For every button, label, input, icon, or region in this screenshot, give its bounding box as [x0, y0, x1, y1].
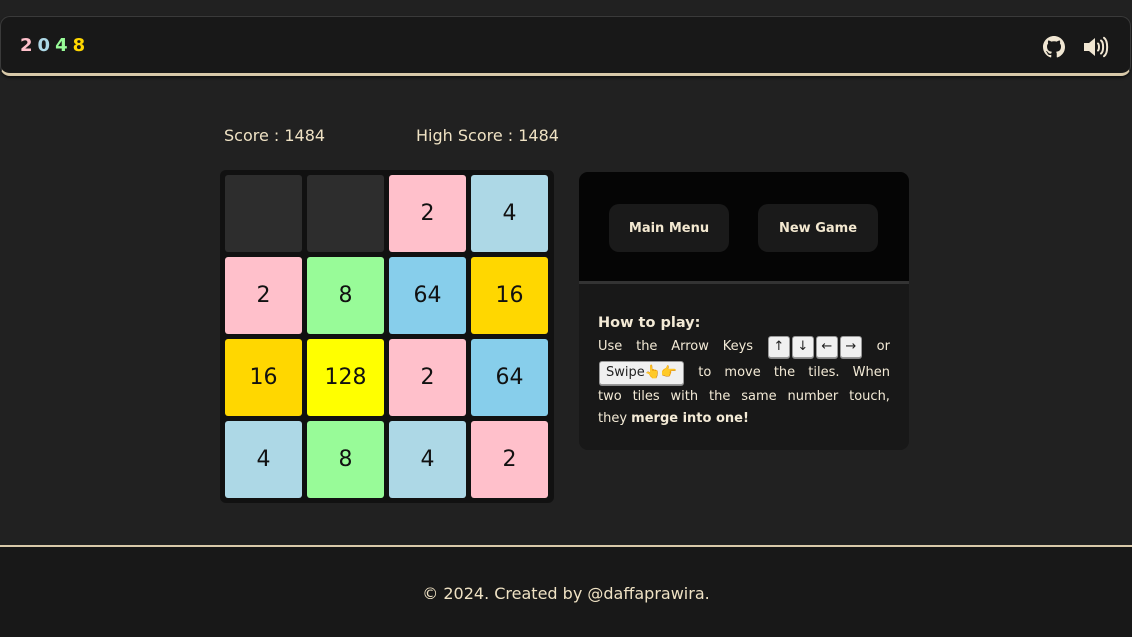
arrow-up-key: ↑ [767, 335, 790, 358]
new-game-button[interactable]: New Game [758, 204, 878, 252]
howto-word: Arrow [671, 339, 709, 354]
tile-128: 128 [307, 339, 384, 416]
app-logo[interactable]: 2048 [20, 35, 85, 56]
header-bar: 2048 [0, 16, 1131, 76]
logo-char: 0 [37, 35, 51, 56]
game-page: 2048 Score : 1484 High Score : 1484 2428… [0, 0, 1132, 637]
game-board[interactable]: 2 4 2 8 64 16 16 128 2 64 4 8 4 2 [220, 170, 554, 503]
tile-2: 2 [471, 421, 548, 498]
tile-8: 8 [307, 257, 384, 334]
howto-word: number [787, 389, 839, 404]
tile-4: 4 [389, 421, 466, 498]
howto-word: When [852, 365, 890, 380]
footer: © 2024. Created by @daffaprawira. [0, 545, 1132, 637]
howto-word: or [876, 339, 890, 354]
howto-word: tiles [632, 389, 660, 404]
tile-2: 2 [225, 257, 302, 334]
tile-64: 64 [389, 257, 466, 334]
score-display: Score : 1484 [224, 126, 326, 145]
arrow-left-key: ← [815, 335, 838, 358]
how-to-play-title: How to play: [598, 315, 701, 331]
howto-line-4: they merge into one! [598, 408, 890, 430]
main-menu-button[interactable]: Main Menu [609, 204, 729, 252]
howto-line-2: Swipe👆👉 to move the tiles. When [598, 360, 890, 386]
howto-word: move [724, 365, 761, 380]
logo-char: 4 [55, 35, 68, 56]
howto-word: touch, [849, 389, 890, 404]
tile-16: 16 [471, 257, 548, 334]
howto-word: two [598, 389, 622, 404]
howto-word: to [698, 365, 712, 380]
howto-line-1: Use the Arrow Keys ↑ ↓ ← → or [598, 334, 890, 360]
github-icon[interactable] [1042, 35, 1066, 59]
how-to-play: How to play: Use the Arrow Keys ↑ ↓ ← → or … [598, 312, 890, 430]
howto-word: they [598, 411, 628, 426]
tile-4: 4 [471, 175, 548, 252]
panel-buttons-area: Main Menu New Game [579, 172, 909, 284]
tile-8: 8 [307, 421, 384, 498]
howto-word: same [741, 389, 777, 404]
tile-16: 16 [225, 339, 302, 416]
howto-word: Use [598, 339, 623, 354]
howto-word: with [670, 389, 699, 404]
tile-2: 2 [389, 175, 466, 252]
high-score-display: High Score : 1484 [416, 126, 559, 145]
swipe-key: Swipe👆👉 [599, 361, 685, 385]
arrow-keys: ↑ ↓ ← → [767, 335, 863, 359]
howto-emphasis: merge into one! [631, 411, 749, 426]
tile-4: 4 [225, 421, 302, 498]
howto-line-3: two tiles with the same number touch, [598, 386, 890, 408]
arrow-right-key: → [839, 335, 862, 358]
howto-word: the [709, 389, 731, 404]
howto-word: tiles. [808, 365, 840, 380]
control-panel: Main Menu New Game How to play: Use the … [579, 172, 909, 450]
speaker-icon[interactable] [1082, 35, 1110, 59]
footer-credit: © 2024. Created by @daffaprawira. [422, 584, 710, 603]
howto-word: the [773, 365, 796, 380]
logo-char: 8 [72, 35, 86, 56]
tile-2: 2 [389, 339, 466, 416]
logo-char: 2 [20, 35, 33, 56]
tile-empty [307, 175, 384, 252]
howto-word: Keys [722, 339, 754, 354]
tile-64: 64 [471, 339, 548, 416]
tile-empty [225, 175, 302, 252]
arrow-down-key: ↓ [791, 335, 814, 358]
howto-word: the [636, 339, 658, 354]
